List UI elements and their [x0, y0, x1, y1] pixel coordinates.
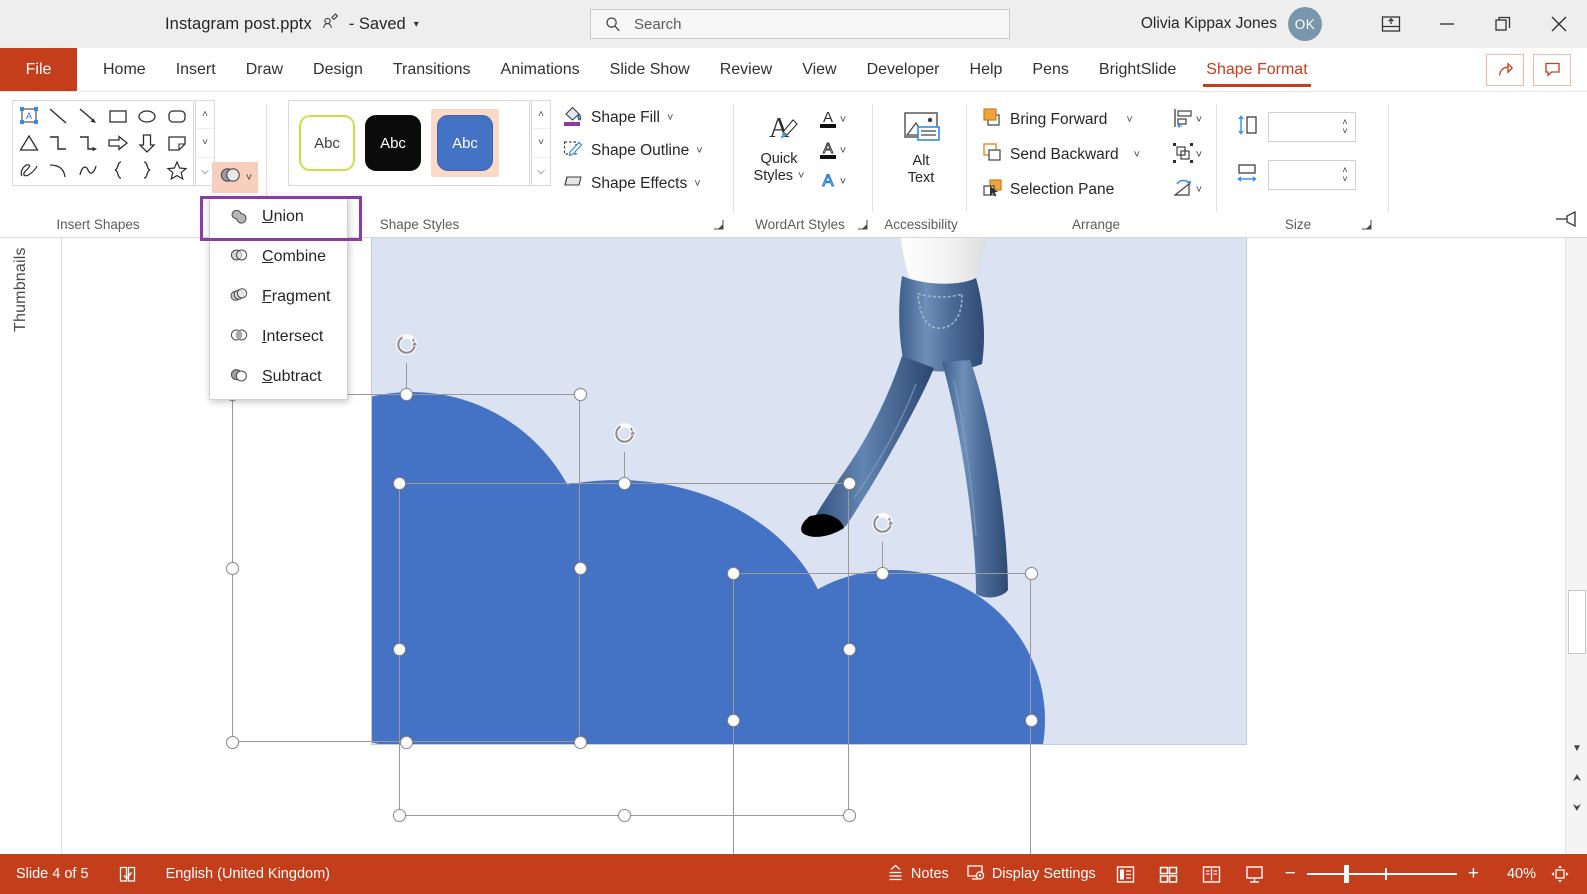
spin-down-icon[interactable]: ˅ [1342, 174, 1347, 184]
tab-animations[interactable]: Animations [486, 48, 595, 91]
notes-label: Notes [910, 866, 949, 882]
size-dialog-launcher[interactable] [1360, 218, 1373, 231]
display-settings-label: Display Settings [991, 866, 1096, 882]
tab-brightslide[interactable]: BrightSlide [1084, 48, 1191, 91]
merge-shapes-menu[interactable]: Union Combine Fragment Intersect Subtrac… [209, 196, 348, 400]
previous-slide-button[interactable]: ⮝ [1568, 768, 1586, 788]
ribbon-tab-bar: File Home Insert Draw Design Transitions… [0, 48, 1587, 92]
account-area[interactable]: Olivia Kippax Jones OK [1141, 0, 1322, 48]
minimize-button[interactable] [1419, 0, 1475, 48]
user-name: Olivia Kippax Jones [1140, 15, 1277, 32]
tab-file[interactable]: File [0, 48, 77, 91]
pin-ribbon-icon[interactable] [1553, 208, 1577, 230]
language-status[interactable]: English (United Kingdom) [160, 859, 336, 889]
group-divider [1388, 104, 1389, 212]
tab-slide-show[interactable]: Slide Show [595, 48, 705, 91]
slide-sorter-button[interactable] [1150, 859, 1188, 889]
save-status: - Saved [348, 14, 406, 33]
search-icon [605, 16, 621, 32]
tab-developer[interactable]: Developer [852, 48, 955, 91]
thumbnail-pane-collapsed[interactable] [0, 238, 62, 854]
menu-item-combine[interactable]: Combine [210, 237, 347, 277]
file-name[interactable]: Instagram post.pptx [165, 15, 312, 34]
tab-design[interactable]: Design [298, 48, 378, 91]
zoom-in-button[interactable]: + [1462, 859, 1485, 889]
union-icon [228, 205, 250, 230]
notes-icon [886, 863, 905, 886]
menu-item-union[interactable]: Union [210, 197, 347, 237]
shape-height-icon [1235, 113, 1259, 142]
status-bar: Slide 4 of 5 English (United Kingdom) No… [0, 854, 1587, 894]
tab-insert[interactable]: Insert [161, 48, 231, 91]
tab-review[interactable]: Review [705, 48, 787, 91]
spellcheck-icon[interactable] [112, 859, 143, 889]
fragment-icon [228, 285, 250, 310]
comments-button[interactable] [1533, 53, 1571, 86]
avatar[interactable]: OK [1288, 7, 1322, 41]
scrollbar-thumb[interactable] [1568, 590, 1586, 654]
normal-view-button[interactable] [1107, 859, 1145, 889]
status-bar-left: Slide 4 of 5 English (United Kingdom) [0, 859, 336, 889]
search-input[interactable]: Search [634, 16, 682, 33]
combine-icon [228, 245, 250, 270]
menu-item-fragment[interactable]: Fragment [210, 277, 347, 317]
search-box[interactable]: Search [590, 9, 1010, 39]
vertical-scrollbar[interactable]: ▼ ⮝ ⮟ [1565, 238, 1587, 854]
person-pen-icon [322, 12, 339, 32]
tab-shape-format[interactable]: Shape Format [1191, 48, 1322, 91]
tab-view[interactable]: View [787, 48, 851, 91]
shape-height-input[interactable]: ˄ ˅ [1268, 112, 1356, 142]
spin-down-icon[interactable]: ˅ [1342, 126, 1347, 136]
fit-to-window-button[interactable] [1541, 859, 1579, 889]
menu-item-subtract-label: Subtract [262, 368, 322, 385]
tab-transitions[interactable]: Transitions [378, 48, 486, 91]
shape-height-row: ˄ ˅ [1235, 112, 1356, 142]
document-title-group: Instagram post.pptx - Saved ▾ [165, 0, 419, 48]
next-slide-button[interactable]: ⮟ [1568, 798, 1586, 818]
title-bar: Instagram post.pptx - Saved ▾ Search Oli… [0, 0, 1587, 48]
notes-button[interactable]: Notes [880, 859, 955, 889]
shape-width-spinner[interactable]: ˄ ˅ [1335, 161, 1355, 189]
zoom-slider-thumb[interactable] [1343, 865, 1349, 883]
shape-width-icon [1235, 161, 1259, 190]
shape-width-row: ˄ ˅ [1235, 160, 1356, 190]
chevron-down-icon[interactable]: ▾ [414, 19, 419, 30]
scroll-down-button[interactable]: ▼ [1568, 738, 1586, 758]
menu-item-intersect-label: Intersect [262, 328, 324, 345]
tab-help[interactable]: Help [955, 48, 1018, 91]
status-bar-right: Notes Display Settings − + 40% [880, 859, 1587, 889]
menu-item-fragment-label: Fragment [262, 288, 331, 305]
shape-width-input[interactable]: ˄ ˅ [1268, 160, 1356, 190]
ribbon-display-options-icon[interactable] [1363, 0, 1419, 48]
menu-item-intersect[interactable]: Intersect [210, 317, 347, 357]
zoom-level[interactable]: 40% [1490, 866, 1536, 882]
tab-pens[interactable]: Pens [1017, 48, 1083, 91]
zoom-slider[interactable] [1306, 859, 1457, 889]
zoom-slider-track [1306, 873, 1457, 875]
close-button[interactable] [1531, 0, 1587, 48]
subtract-icon [228, 365, 250, 390]
menu-item-combine-label: Combine [262, 248, 327, 265]
slide-counter[interactable]: Slide 4 of 5 [10, 859, 95, 889]
display-settings-icon [966, 863, 986, 886]
tab-bar-actions [1486, 48, 1587, 91]
share-button[interactable] [1486, 53, 1524, 86]
restore-button[interactable] [1475, 0, 1531, 48]
reading-view-button[interactable] [1193, 859, 1231, 889]
zoom-out-button[interactable]: − [1279, 859, 1302, 889]
menu-item-union-label: Union [262, 208, 304, 225]
thumbnail-pane-label: Thumbnails [12, 248, 29, 332]
menu-item-subtract[interactable]: Subtract [210, 357, 347, 397]
tab-home[interactable]: Home [88, 48, 161, 91]
slide-show-button[interactable] [1236, 859, 1274, 889]
slide-surface[interactable] [371, 238, 1247, 745]
tab-draw[interactable]: Draw [231, 48, 298, 91]
intersect-icon [228, 325, 250, 350]
zoom-slider-tick [1384, 868, 1387, 880]
display-settings-button[interactable]: Display Settings [960, 859, 1102, 889]
window-controls [1363, 0, 1587, 48]
group-label-size: Size [1284, 217, 1312, 232]
shape-height-spinner[interactable]: ˄ ˅ [1335, 113, 1355, 141]
